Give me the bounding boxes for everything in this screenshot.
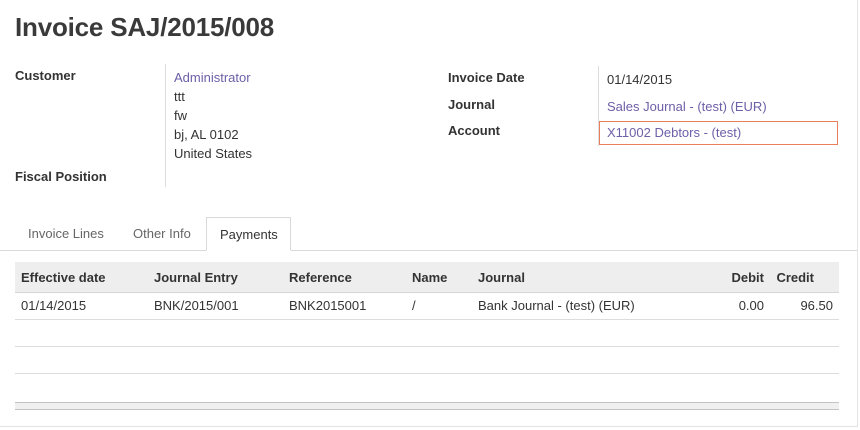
notebook-tabs: Invoice Lines Other Info Payments: [0, 217, 857, 251]
column-reference[interactable]: Reference: [289, 262, 352, 293]
address-line: United States: [174, 146, 253, 161]
journal-link[interactable]: Sales Journal - (test) (EUR): [607, 99, 767, 114]
cell-journal-entry: BNK/2015/001: [154, 298, 239, 313]
empty-row: [15, 320, 839, 347]
customer-field: Administrator ttt fw bj, AL 0102 United …: [174, 68, 252, 163]
tab-invoice-lines[interactable]: Invoice Lines: [15, 217, 117, 250]
cell-reference: BNK2015001: [289, 298, 367, 313]
journal-label: Journal: [448, 97, 495, 112]
table-row[interactable]: 01/14/2015 BNK/2015/001 BNK2015001 / Ban…: [15, 293, 839, 320]
cell-debit: 0.00: [738, 298, 764, 313]
tab-other-info[interactable]: Other Info: [120, 217, 204, 250]
address-line: fw: [174, 108, 187, 123]
column-name[interactable]: Name: [412, 262, 447, 293]
table-footer: [15, 402, 839, 410]
fiscal-position-label: Fiscal Position: [15, 169, 107, 184]
invoice-date-value: 01/14/2015: [607, 72, 673, 87]
customer-label: Customer: [15, 68, 76, 83]
invoice-form-sheet: Invoice SAJ/2015/008 Customer Administra…: [0, 0, 858, 427]
table-header: Effective date Journal Entry Reference N…: [15, 262, 839, 293]
invoice-date-label: Invoice Date: [448, 70, 525, 85]
customer-name-link[interactable]: Administrator: [174, 68, 252, 87]
column-debit[interactable]: Debit: [732, 262, 765, 293]
address-line: ttt: [174, 89, 185, 104]
address-line: bj, AL 0102: [174, 127, 239, 142]
column-journal[interactable]: Journal: [478, 262, 525, 293]
page-title: Invoice SAJ/2015/008: [15, 12, 275, 42]
cell-credit: 96.50: [800, 298, 833, 313]
column-effective-date[interactable]: Effective date: [21, 262, 106, 293]
payments-table: Effective date Journal Entry Reference N…: [15, 262, 839, 410]
tab-payments[interactable]: Payments: [206, 217, 291, 251]
cell-effective-date: 01/14/2015: [21, 298, 87, 313]
cell-name: /: [412, 298, 416, 313]
customer-separator: [165, 64, 166, 187]
empty-row: [15, 347, 839, 374]
cell-journal: Bank Journal - (test) (EUR): [478, 298, 635, 313]
account-field[interactable]: X11002 Debtors - (test): [599, 121, 838, 145]
account-label: Account: [448, 123, 500, 138]
column-journal-entry[interactable]: Journal Entry: [154, 262, 238, 293]
column-credit[interactable]: Credit: [776, 262, 814, 293]
